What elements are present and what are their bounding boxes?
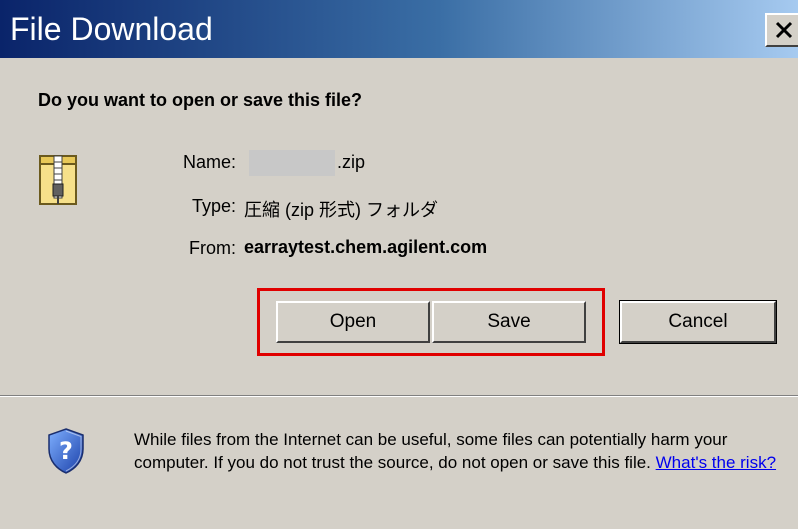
redacted-filename bbox=[249, 150, 335, 176]
zip-folder-icon bbox=[36, 152, 80, 213]
separator-highlight bbox=[0, 396, 798, 397]
open-button[interactable]: Open bbox=[276, 301, 430, 343]
file-extension: .zip bbox=[337, 152, 366, 172]
from-label: From: bbox=[189, 238, 236, 258]
svg-text:?: ? bbox=[59, 437, 73, 465]
save-button[interactable]: Save bbox=[432, 301, 586, 343]
from-value: earraytest.chem.agilent.com bbox=[244, 237, 488, 257]
title-bar[interactable]: File Download bbox=[0, 0, 798, 58]
close-button[interactable] bbox=[765, 13, 798, 47]
whats-the-risk-link[interactable]: What's the risk? bbox=[656, 453, 776, 472]
name-label: Name: bbox=[182, 152, 236, 172]
close-icon bbox=[775, 21, 793, 39]
prompt-question: Do you want to open or save this file? bbox=[38, 90, 363, 110]
type-label: Type: bbox=[191, 196, 236, 216]
shield-question-icon: ? bbox=[46, 427, 86, 480]
security-warning: While files from the Internet can be use… bbox=[134, 428, 784, 474]
window-title: File Download bbox=[10, 11, 213, 47]
type-value: 圧縮 (zip 形式) フォルダ bbox=[244, 200, 439, 220]
file-download-dialog: File Download Do you want to open or sav… bbox=[0, 0, 798, 529]
warning-message: While files from the Internet can be use… bbox=[134, 430, 728, 472]
cancel-button[interactable]: Cancel bbox=[619, 300, 777, 344]
